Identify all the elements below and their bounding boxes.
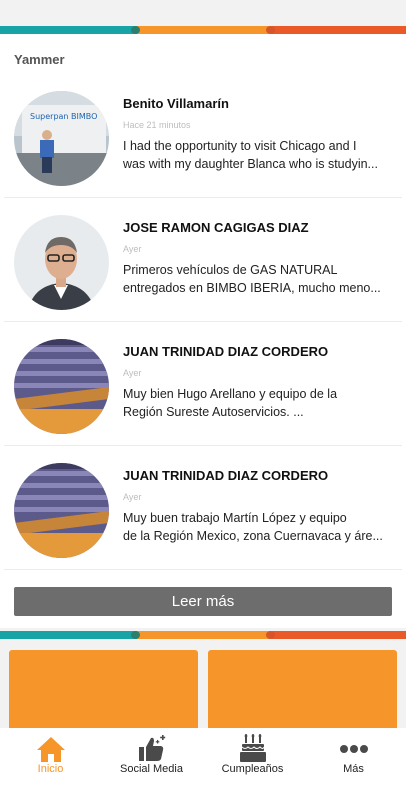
birthday-cake-icon (239, 734, 266, 762)
post-avatar: Superpan BIMBO (14, 91, 109, 186)
nav-item-inicio[interactable]: Inicio (0, 728, 101, 800)
post-avatar (14, 215, 109, 310)
shortcut-tile[interactable] (208, 650, 397, 728)
thumbs-up-icon (138, 735, 165, 761)
more-dots-icon (339, 745, 368, 753)
app-screen: Yammer Superpan BIMBO Benito Villamarín … (0, 0, 406, 800)
post-time: Ayer (123, 244, 142, 254)
post-author: JUAN TRINIDAD DIAZ CORDERO (123, 468, 329, 483)
nav-item-cumpleanos[interactable]: Cumpleaños (202, 728, 303, 800)
shortcut-tile[interactable] (9, 650, 198, 728)
post-excerpt: Muy buen trabajo Martín López y equipo d… (123, 511, 383, 543)
nav-label: Social Media (120, 763, 183, 775)
post-excerpt: Muy bien Hugo Arellano y equipo de la Re… (123, 387, 338, 419)
post-time: Ayer (123, 368, 142, 378)
post-author: Benito Villamarín (123, 96, 229, 111)
nav-label: Más (343, 763, 364, 775)
read-more-button[interactable]: Leer más (14, 587, 392, 616)
post-avatar (14, 463, 109, 558)
post-excerpt: I had the opportunity to visit Chicago a… (123, 139, 378, 171)
bottom-color-strip (0, 631, 406, 639)
post-excerpt: Primeros vehículos de GAS NATURAL entreg… (123, 263, 381, 295)
nav-label: Cumpleaños (221, 763, 284, 775)
post-item[interactable]: JOSE RAMON CAGIGAS DIAZ Ayer Primeros ve… (0, 198, 406, 322)
divider (4, 569, 402, 570)
yammer-card: Yammer Superpan BIMBO Benito Villamarín … (0, 34, 406, 628)
post-item[interactable]: Superpan BIMBO Benito Villamarín Hace 21… (0, 74, 406, 198)
post-item[interactable]: JUAN TRINIDAD DIAZ CORDERO Ayer Muy buen… (0, 446, 406, 570)
nav-item-social-media[interactable]: Social Media (101, 728, 202, 800)
post-avatar (14, 339, 109, 434)
bottom-nav: Inicio Social Media Cumpleaños Más (0, 728, 406, 800)
truck-brand-text: Superpan BIMBO (30, 112, 97, 121)
post-author: JUAN TRINIDAD DIAZ CORDERO (123, 344, 329, 359)
section-title: Yammer (14, 52, 65, 67)
post-time: Hace 21 minutos (123, 120, 191, 130)
nav-item-mas[interactable]: Más (303, 728, 404, 800)
post-time: Ayer (123, 492, 142, 502)
nav-label: Inicio (37, 763, 64, 775)
post-item[interactable]: JUAN TRINIDAD DIAZ CORDERO Ayer Muy bien… (0, 322, 406, 446)
post-author: JOSE RAMON CAGIGAS DIAZ (123, 220, 309, 235)
top-color-strip (0, 26, 406, 34)
home-icon (36, 737, 65, 762)
